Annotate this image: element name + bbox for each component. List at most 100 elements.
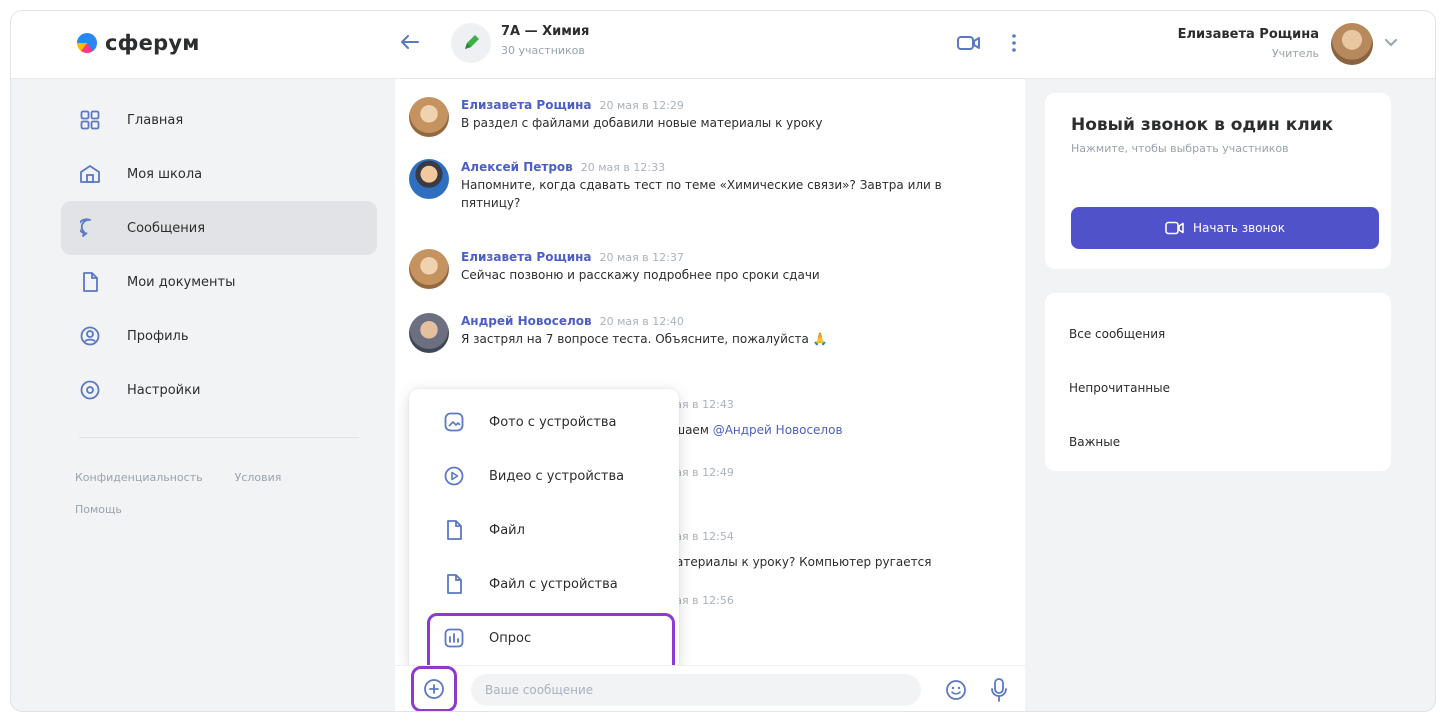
avatar[interactable]: [409, 249, 449, 289]
privacy-link[interactable]: Конфиденциальность: [75, 471, 203, 484]
message: Алексей Петров 20 мая в 12:33 Напомните, …: [409, 159, 1001, 212]
profile-icon: [79, 325, 101, 347]
emoji-button[interactable]: [943, 677, 969, 703]
sidebar-item-settings[interactable]: Настройки: [61, 363, 377, 417]
more-options-button[interactable]: [1007, 29, 1021, 57]
call-card-subtitle: Нажмите, чтобы выбрать участников: [1071, 142, 1289, 155]
arrow-left-icon: [401, 35, 419, 49]
menu-item-label: Файл с устройства: [489, 576, 618, 592]
chat-title: 7А — Химия: [501, 24, 590, 39]
sidebar-divider: [79, 437, 359, 438]
top-header: сферум 7А — Химия 30 участников Елизавет…: [11, 11, 1435, 79]
terms-link[interactable]: Условия: [235, 471, 282, 484]
logo-text: сферум: [105, 31, 200, 55]
sferum-logo-icon: [77, 33, 97, 53]
message-text: Я застрял на 7 вопросе теста. Объясните,…: [461, 332, 828, 346]
sidebar-footer-links: Конфиденциальность Условия Помощь: [61, 462, 377, 526]
message: Андрей Новоселов 20 мая в 12:40 Я застрял…: [409, 313, 828, 353]
message-text: Напомните, когда сдавать тест по теме «Х…: [461, 178, 942, 210]
menu-item-label: Фото с устройства: [489, 414, 617, 430]
message-author[interactable]: Андрей Новоселов: [461, 314, 592, 328]
sidebar-item-label: Главная: [127, 112, 184, 128]
poll-icon: [443, 627, 465, 649]
user-role: Учитель: [1271, 47, 1319, 60]
file-device-icon: [443, 573, 465, 595]
mention-link[interactable]: @Андрей Новоселов: [713, 423, 843, 437]
sidebar-item-documents[interactable]: Мои документы: [61, 255, 377, 309]
message-text: материалы к уроку? Компьютер ругается: [667, 555, 932, 569]
app-window: сферум 7А — Химия 30 участников Елизавет…: [10, 10, 1436, 712]
document-icon: [79, 271, 101, 293]
sidebar-item-school[interactable]: Моя школа: [61, 147, 377, 201]
menu-item-file-device[interactable]: Файл с устройства: [409, 557, 679, 611]
filter-all-messages[interactable]: Все сообщения: [1045, 307, 1391, 361]
more-vertical-icon: [1012, 34, 1016, 52]
call-card-title: Новый звонок в один клик: [1071, 115, 1334, 135]
sidebar-item-label: Настройки: [127, 382, 201, 398]
message-author[interactable]: Елизавета Рощина: [461, 98, 592, 112]
message: Елизавета Рощина 20 мая в 12:29 В раздел …: [409, 97, 823, 137]
sidebar: Главная Моя школа Сообщения Мои документ…: [61, 93, 377, 526]
start-call-button[interactable]: Начать звонок: [1071, 207, 1379, 249]
sidebar-item-home[interactable]: Главная: [61, 93, 377, 147]
user-name[interactable]: Елизавета Рощина: [1178, 27, 1319, 42]
message-time: 20 мая в 12:29: [599, 99, 684, 112]
sidebar-item-label: Моя школа: [127, 166, 203, 182]
new-call-card: Новый звонок в один клик Нажмите, чтобы …: [1045, 93, 1391, 269]
menu-item-label: Видео с устройства: [489, 468, 625, 484]
start-call-label: Начать звонок: [1193, 221, 1285, 235]
home-grid-icon: [79, 109, 101, 131]
message-text: В раздел с файлами добавили новые матери…: [461, 116, 823, 130]
message-time: 20 мая в 12:37: [599, 251, 684, 264]
message: Елизавета Рощина 20 мая в 12:37 Сейчас по…: [409, 249, 820, 289]
message-time: 20 мая в 12:33: [580, 161, 666, 174]
message-filters: Все сообщения Непрочитанные Важные: [1045, 293, 1391, 471]
message-input[interactable]: [471, 674, 921, 706]
avatar[interactable]: [409, 97, 449, 137]
settings-icon: [79, 379, 101, 401]
photo-icon: [443, 411, 465, 433]
sidebar-item-profile[interactable]: Профиль: [61, 309, 377, 363]
message-author[interactable]: Алексей Петров: [461, 160, 573, 174]
avatar[interactable]: [409, 159, 449, 199]
microphone-icon: [991, 678, 1007, 702]
avatar[interactable]: [409, 313, 449, 353]
message-text: Сейчас позвоню и расскажу подробнее про …: [461, 268, 820, 282]
video-play-icon: [443, 465, 465, 487]
sidebar-item-label: Профиль: [127, 328, 189, 344]
attach-button[interactable]: [411, 666, 457, 711]
menu-item-label: Опрос: [489, 630, 532, 646]
menu-item-poll[interactable]: Опрос: [409, 611, 679, 675]
help-link[interactable]: Помощь: [75, 503, 122, 516]
back-button[interactable]: [397, 29, 423, 55]
sidebar-item-label: Мои документы: [127, 274, 236, 290]
voice-message-button[interactable]: [987, 676, 1011, 704]
filter-important[interactable]: Важные: [1045, 415, 1391, 469]
filter-unread[interactable]: Непрочитанные: [1045, 361, 1391, 415]
menu-item-photo[interactable]: Фото с устройства: [409, 395, 679, 449]
menu-item-file[interactable]: Файл: [409, 503, 679, 557]
sidebar-item-label: Сообщения: [127, 220, 206, 236]
chat-bubble-icon: [79, 217, 101, 239]
chevron-down-icon: [1385, 39, 1397, 47]
user-avatar[interactable]: [1331, 23, 1373, 65]
smile-icon: [946, 680, 966, 700]
user-menu-button[interactable]: [1383, 35, 1399, 51]
pen-icon: [465, 35, 479, 49]
sidebar-item-messages[interactable]: Сообщения: [61, 201, 377, 255]
plus-circle-icon: [424, 679, 444, 699]
message-composer: [395, 665, 1025, 711]
chat-avatar[interactable]: [451, 23, 491, 63]
school-icon: [79, 163, 101, 185]
message-author[interactable]: Елизавета Рощина: [461, 250, 592, 264]
menu-item-video[interactable]: Видео с устройства: [409, 449, 679, 503]
message-time: 20 мая в 12:40: [599, 315, 684, 328]
menu-item-label: Файл: [489, 522, 525, 538]
video-camera-icon: [957, 36, 980, 50]
logo[interactable]: сферум: [77, 31, 200, 55]
file-icon: [443, 519, 465, 541]
attach-menu: Фото с устройства Видео с устройства Фай…: [409, 389, 679, 675]
video-call-button[interactable]: [955, 29, 983, 57]
message-text: ушаем @Андрей Новоселов: [667, 423, 843, 437]
chat-participants-count: 30 участников: [501, 44, 585, 57]
